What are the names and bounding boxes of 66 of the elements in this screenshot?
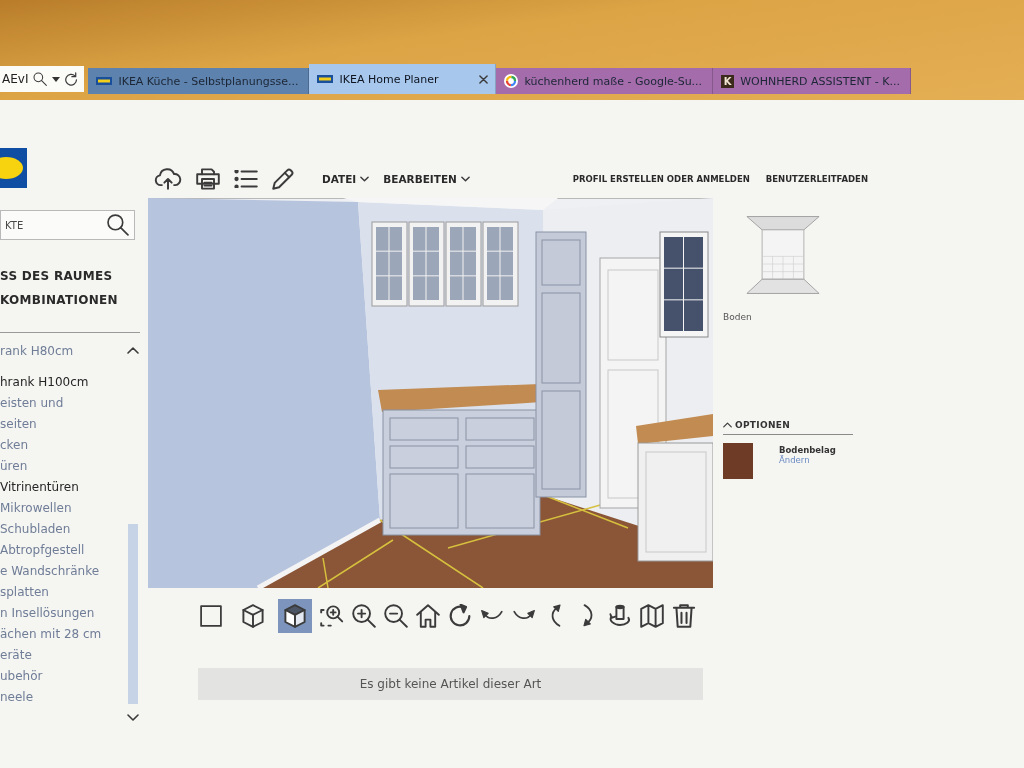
rotate-icon[interactable] bbox=[448, 603, 472, 628]
zoom-in-icon[interactable] bbox=[352, 603, 376, 628]
options-toggle[interactable]: OPTIONEN bbox=[723, 420, 790, 430]
stripe-favicon-icon bbox=[317, 75, 334, 83]
header-link[interactable]: PROFIL ERSTELLEN ODER ANMELDEN bbox=[572, 174, 750, 184]
category-item[interactable]: Vitrinentüren bbox=[0, 477, 79, 498]
category-heading[interactable]: KOMBINATIONEN bbox=[0, 288, 118, 312]
scrollbar-thumb[interactable] bbox=[128, 524, 138, 704]
search-icon[interactable] bbox=[107, 214, 129, 236]
category-item[interactable]: eräte bbox=[0, 645, 32, 666]
material-swatch[interactable] bbox=[723, 443, 753, 479]
cloud-upload-icon[interactable] bbox=[154, 168, 182, 190]
square-icon bbox=[200, 604, 222, 627]
category-item[interactable]: e Wandschränke bbox=[0, 561, 100, 582]
kitchen-3d-drawing[interactable] bbox=[148, 198, 713, 588]
close-icon[interactable] bbox=[479, 74, 489, 84]
stripe-favicon-icon bbox=[96, 77, 113, 85]
dropdown-caret-icon[interactable] bbox=[52, 76, 61, 82]
category-item[interactable]: Mikrowellen bbox=[0, 498, 72, 519]
address-text: AEvI bbox=[2, 72, 29, 86]
browser-tab[interactable]: küchenherd maße - Google-Su... bbox=[496, 68, 714, 94]
pencil-icon[interactable] bbox=[272, 168, 294, 190]
printer-icon[interactable] bbox=[196, 168, 220, 190]
category-item[interactable]: rank H80cm bbox=[0, 341, 74, 362]
search-icon[interactable] bbox=[33, 72, 48, 86]
category-item[interactable]: ubehör bbox=[0, 666, 43, 687]
zoom-out-icon[interactable] bbox=[384, 603, 408, 628]
logo[interactable] bbox=[0, 148, 30, 188]
material-name: Bodenbelag bbox=[779, 445, 836, 455]
chevron-down-icon[interactable] bbox=[460, 176, 470, 182]
cube-icon bbox=[242, 603, 264, 628]
search-field[interactable]: KTE bbox=[0, 210, 135, 240]
home-icon[interactable] bbox=[416, 603, 440, 628]
rotate-cylinder-icon[interactable] bbox=[608, 603, 632, 628]
browser-tab[interactable]: K WOHNHERD ASSISTENT - K... bbox=[713, 68, 911, 94]
menu-button[interactable]: DATEI bbox=[322, 173, 370, 185]
trash-icon[interactable] bbox=[672, 603, 696, 628]
category-heading[interactable]: SS DES RAUMES bbox=[0, 264, 113, 288]
address-field[interactable]: AEvI bbox=[0, 66, 85, 92]
category-item[interactable]: hrank H100cm bbox=[0, 372, 89, 393]
empty-message: Es gibt keine Artikel dieser Art bbox=[198, 668, 703, 700]
category-item[interactable]: Schubladen bbox=[0, 519, 71, 540]
category-item[interactable]: ächen mit 28 cm bbox=[0, 624, 102, 645]
chevron-up-icon[interactable] bbox=[127, 347, 139, 354]
ring-favicon-icon bbox=[504, 74, 519, 88]
change-link[interactable]: Ändern bbox=[779, 455, 810, 465]
chevron-down-icon[interactable] bbox=[127, 714, 139, 721]
zoom-extents-icon[interactable] bbox=[320, 603, 344, 628]
menu-button[interactable]: BEARBEITEN bbox=[383, 173, 470, 185]
solid-cube-icon bbox=[284, 603, 306, 628]
refresh-icon[interactable] bbox=[65, 72, 79, 86]
chevron-down-icon[interactable] bbox=[360, 176, 370, 182]
browser-tab[interactable]: IKEA Home Planer bbox=[309, 64, 497, 94]
header-link[interactable]: BENUTZERLEITFADEN bbox=[765, 174, 868, 184]
category-item[interactable]: cken bbox=[0, 435, 29, 456]
category-item[interactable]: n Insellösungen bbox=[0, 603, 95, 624]
browser-tab[interactable]: IKEA Küche - Selbstplanungsse... bbox=[88, 68, 310, 94]
list-icon[interactable] bbox=[234, 170, 258, 188]
site-favicon: K bbox=[721, 74, 735, 88]
preview-label: Boden bbox=[723, 312, 752, 322]
category-item[interactable]: üren bbox=[0, 456, 28, 477]
category-item[interactable]: neele bbox=[0, 687, 34, 708]
folded-panels-icon[interactable] bbox=[640, 603, 664, 628]
category-item[interactable]: splatten bbox=[0, 582, 49, 603]
category-item[interactable]: Abtropfgestell bbox=[0, 540, 85, 561]
view-mode-button[interactable] bbox=[278, 598, 312, 633]
